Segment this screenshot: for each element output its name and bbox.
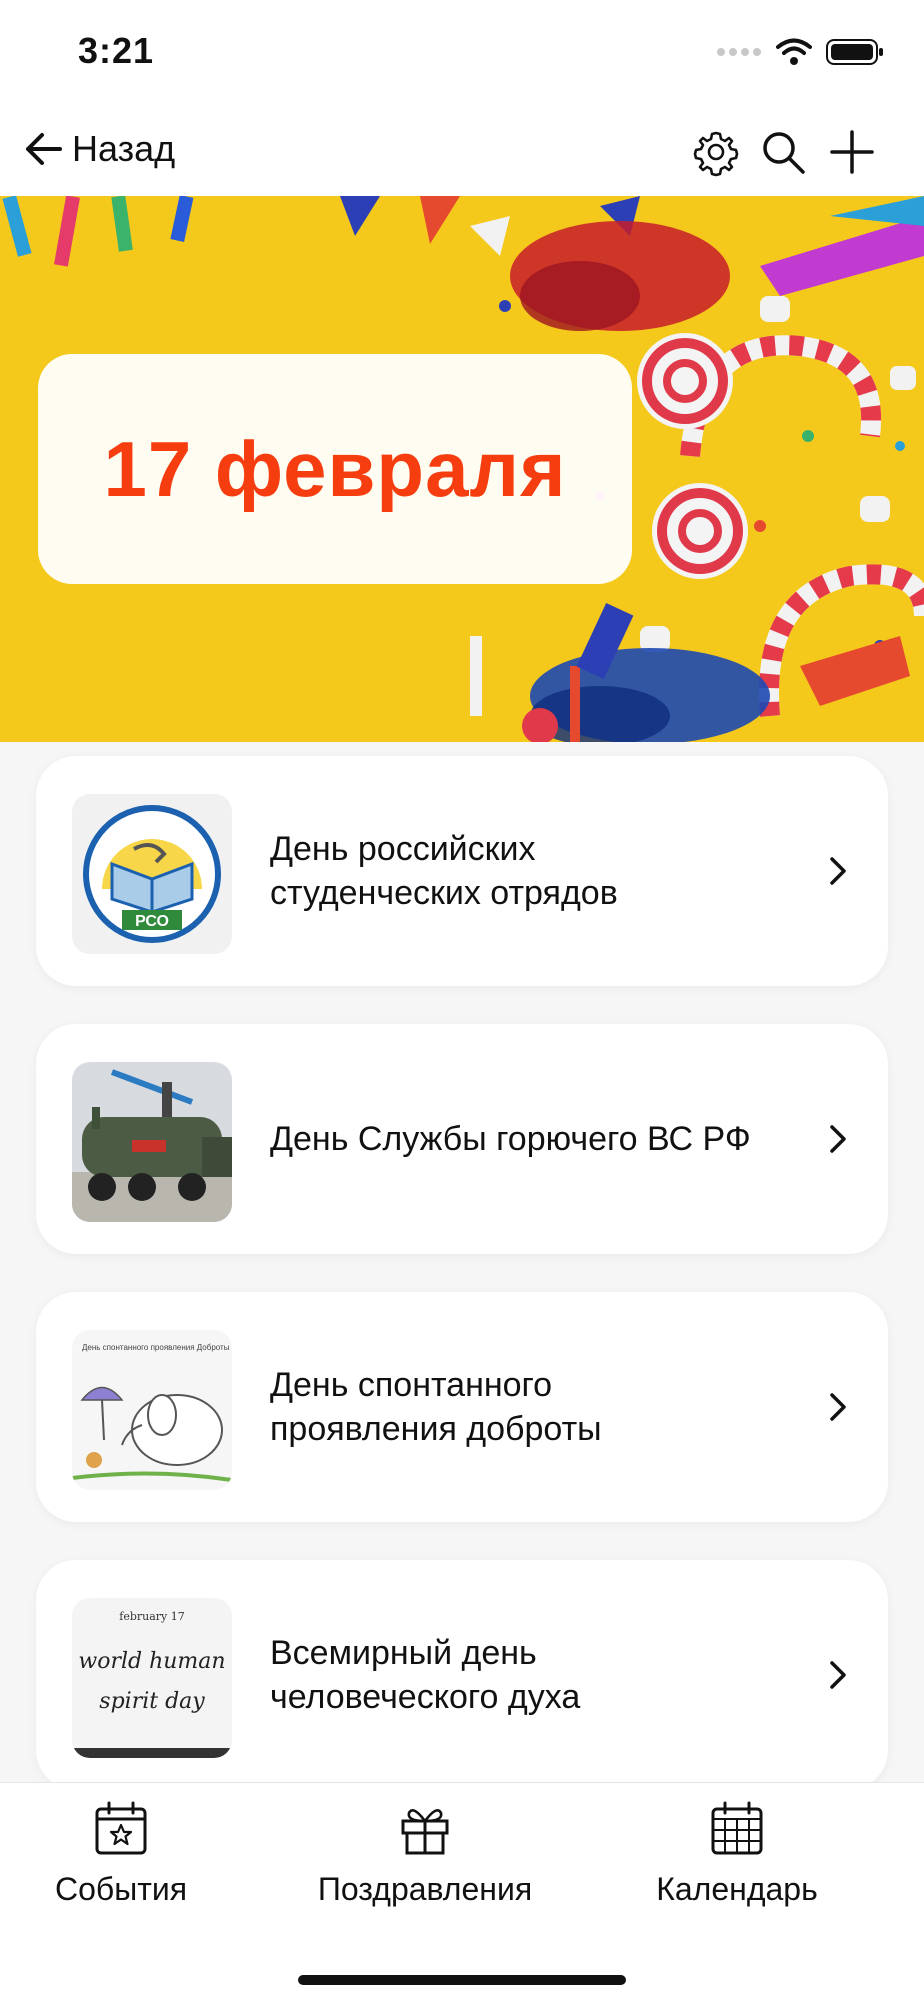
event-title-line: человеческого духа	[270, 1678, 581, 1716]
event-title: День Службы горючего ВС РФ	[270, 1024, 830, 1254]
signal-icon	[717, 48, 761, 56]
event-title-line: День российских	[270, 830, 536, 868]
event-title: День спонтанного проявления доброты	[270, 1292, 830, 1522]
event-thumbnail	[72, 1062, 232, 1222]
calendar-star-icon	[95, 1801, 147, 1855]
calendar-grid-icon	[711, 1801, 763, 1855]
navigation-bar: Назад	[0, 110, 924, 197]
search-icon[interactable]	[757, 126, 809, 178]
lettering-line: world human	[78, 1649, 225, 1674]
arrow-left-icon	[26, 133, 62, 165]
event-title-line: проявления доброты	[270, 1410, 602, 1448]
date-card: 17 февраля	[38, 354, 632, 584]
rso-logo-image: РСО	[72, 794, 232, 954]
gift-icon	[401, 1809, 449, 1855]
chevron-right-icon	[830, 1661, 846, 1689]
kindness-elephant-image: День спонтанного проявления Доброты	[72, 1330, 232, 1490]
event-title-line: Всемирный день	[270, 1634, 537, 1672]
back-button[interactable]: Назад	[22, 128, 175, 170]
tab-calendar[interactable]: Календарь	[640, 1783, 834, 1923]
tab-bar: События Поздравления Календарь	[0, 1782, 924, 2001]
battery-icon	[826, 39, 883, 65]
event-list: РСО День российских студенческих отрядов	[0, 742, 924, 1782]
event-title: Всемирный день человеческого духа	[270, 1560, 830, 1782]
tab-label: Поздравления	[317, 1871, 533, 1907]
status-time: 3:21	[78, 30, 155, 71]
event-thumbnail: РСО	[72, 794, 232, 954]
lettering-date: february 17	[119, 1610, 185, 1623]
event-card-fuel-service[interactable]: День Службы горючего ВС РФ	[36, 1024, 888, 1254]
event-title-line: День Службы горючего ВС РФ	[270, 1120, 751, 1158]
chevron-right-icon	[830, 857, 846, 885]
human-spirit-lettering-image: february 17 world human spirit day	[72, 1598, 232, 1758]
chevron-right-icon	[830, 1125, 846, 1153]
gear-icon[interactable]	[690, 126, 742, 178]
add-icon[interactable]	[826, 126, 878, 178]
event-title: День российских студенческих отрядов	[270, 756, 830, 986]
kindness-image-caption: День спонтанного проявления Доброты	[82, 1343, 230, 1352]
lettering-line: spirit day	[99, 1689, 205, 1714]
hero-banner: 17 февраля	[0, 196, 924, 742]
status-icons	[716, 38, 884, 66]
event-card-rso[interactable]: РСО День российских студенческих отрядов	[36, 756, 888, 986]
chevron-right-icon	[830, 1393, 846, 1421]
event-thumbnail: День спонтанного проявления Доброты	[72, 1330, 232, 1490]
tab-label: События	[54, 1871, 188, 1907]
event-card-human-spirit[interactable]: february 17 world human spirit day Всеми…	[36, 1560, 888, 1782]
wifi-icon	[776, 38, 812, 65]
rso-logo-text: РСО	[135, 913, 169, 930]
event-card-kindness[interactable]: День спонтанного проявления Доброты День…	[36, 1292, 888, 1522]
home-indicator[interactable]	[298, 1975, 626, 1985]
event-thumbnail: february 17 world human spirit day	[72, 1598, 232, 1758]
back-label: Назад	[72, 128, 176, 169]
fuel-truck-photo	[72, 1062, 232, 1222]
tab-greetings[interactable]: Поздравления	[300, 1783, 550, 1923]
event-title-line: студенческих отрядов	[270, 874, 618, 912]
tab-label: Календарь	[656, 1871, 818, 1907]
date-heading: 17 февраля	[103, 424, 567, 513]
status-bar: 3:21	[0, 0, 924, 110]
tab-events[interactable]: События	[40, 1783, 202, 1923]
event-title-line: День спонтанного	[270, 1366, 553, 1404]
